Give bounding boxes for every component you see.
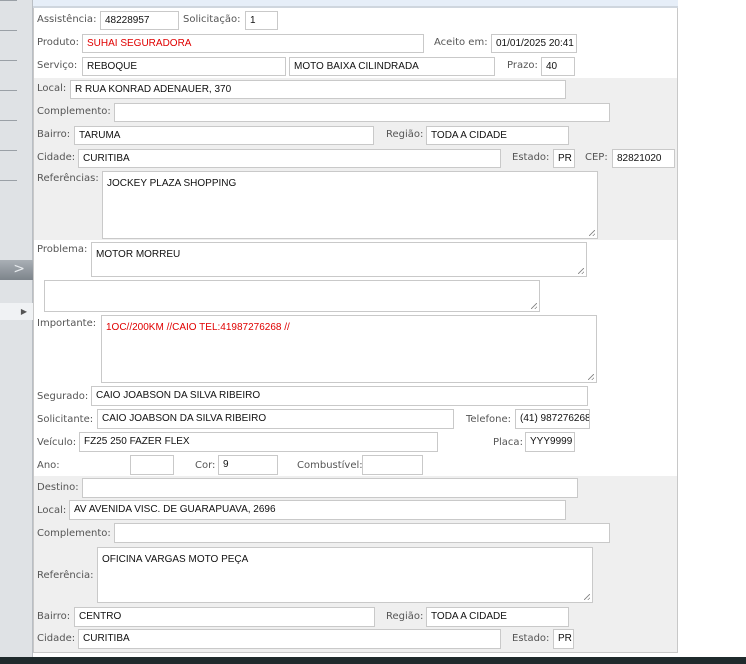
panel-header	[33, 0, 678, 8]
cor-label: Cor:	[195, 460, 216, 471]
destino-cidade-label: Cidade:	[37, 633, 76, 644]
importante-label: Importante:	[37, 318, 97, 329]
taskbar-strip	[0, 657, 746, 664]
cep-input[interactable]: 82821020	[612, 149, 675, 168]
combustivel-input[interactable]	[362, 455, 423, 475]
solicitante-input[interactable]: CAIO JOABSON DA SILVA RIBEIRO	[97, 409, 454, 429]
sidebar-divider	[0, 180, 17, 181]
destino-regiao-label: Região:	[386, 611, 424, 622]
cidade-label: Cidade:	[37, 152, 76, 163]
problema-detail-textarea[interactable]	[44, 280, 540, 312]
cep-label: CEP:	[585, 152, 608, 163]
solicitacao-label: Solicitação:	[183, 14, 241, 25]
assistencia-label: Assistência:	[37, 14, 97, 25]
sidebar-divider	[0, 30, 17, 31]
destino-local-input[interactable]: AV AVENIDA VISC. DE GUARAPUAVA, 2696	[69, 500, 566, 520]
regiao-input[interactable]: TODA A CIDADE	[426, 126, 569, 145]
destino-cidade-input[interactable]: CURITIBA	[78, 629, 501, 649]
servico-label: Serviço:	[37, 60, 78, 71]
solicitante-label: Solicitante:	[37, 414, 94, 425]
telefone-label: Telefone:	[466, 414, 511, 425]
segurado-input[interactable]: CAIO JOABSON DA SILVA RIBEIRO	[91, 386, 588, 406]
destino-bairro-label: Bairro:	[37, 611, 71, 622]
complemento-input[interactable]	[114, 103, 610, 122]
complemento-label: Complemento:	[37, 106, 111, 117]
triangle-right-icon: ▶	[20, 307, 27, 316]
chevron-right-icon: >	[13, 261, 25, 277]
sidebar-divider	[0, 0, 17, 1]
produto-label: Produto:	[37, 37, 79, 48]
sidebar	[0, 0, 33, 657]
estado-input[interactable]: PR	[553, 149, 575, 168]
solicitacao-input[interactable]: 1	[245, 11, 278, 30]
importante-textarea[interactable]: 1OC//200KM //CAIO TEL:41987276268 //	[101, 315, 597, 383]
assistencia-input[interactable]: 48228957	[100, 11, 179, 30]
estado-label: Estado:	[512, 152, 550, 163]
veiculo-label: Veículo:	[37, 437, 77, 448]
telefone-input[interactable]: (41) 98727626825	[515, 409, 590, 429]
placa-label: Placa:	[493, 437, 523, 448]
produto-input[interactable]: SUHAI SEGURADORA	[82, 34, 424, 53]
aceito-label: Aceito em:	[434, 37, 488, 48]
destino-complemento-input[interactable]	[114, 523, 610, 543]
destino-referencia-textarea[interactable]: OFICINA VARGAS MOTO PEÇA	[97, 547, 593, 603]
ano-label: Ano:	[37, 460, 60, 471]
destino-label: Destino:	[37, 482, 79, 493]
destino-input[interactable]	[82, 478, 578, 498]
destino-referencia-label: Referência:	[37, 570, 94, 581]
cor-input[interactable]: 9	[218, 455, 278, 475]
expand-sidebar-button[interactable]: >	[0, 260, 33, 280]
sidebar-divider	[0, 60, 17, 61]
row-indicator[interactable]: ▶	[0, 303, 33, 320]
regiao-label: Região:	[386, 129, 424, 140]
placa-input[interactable]: YYY9999	[525, 432, 575, 452]
referencias-textarea[interactable]: JOCKEY PLAZA SHOPPING	[102, 171, 598, 239]
referencias-label: Referências:	[37, 173, 99, 184]
sidebar-divider	[0, 150, 17, 151]
destino-estado-label: Estado:	[512, 633, 550, 644]
sidebar-divider	[0, 120, 17, 121]
servico-input[interactable]: REBOQUE	[82, 57, 286, 76]
combustivel-label: Combustível:	[297, 460, 363, 471]
problema-textarea[interactable]: MOTOR MORREU	[91, 242, 587, 277]
prazo-label: Prazo:	[507, 60, 538, 71]
segurado-label: Segurado:	[37, 391, 89, 402]
problema-label: Problema:	[37, 244, 88, 255]
local-label: Local:	[37, 83, 67, 94]
veiculo-input[interactable]: FZ25 250 FAZER FLEX	[79, 432, 438, 452]
cidade-input[interactable]: CURITIBA	[78, 149, 501, 168]
destino-local-label: Local:	[37, 505, 67, 516]
aceito-input[interactable]: 01/01/2025 20:41	[491, 34, 577, 53]
destino-regiao-input[interactable]: TODA A CIDADE	[426, 607, 569, 627]
bairro-input[interactable]: TARUMA	[74, 126, 374, 145]
prazo-input[interactable]: 40	[541, 57, 575, 76]
destino-complemento-label: Complemento:	[37, 528, 111, 539]
destino-estado-input[interactable]: PR	[553, 629, 574, 649]
servico-type-input[interactable]: MOTO BAIXA CILINDRADA	[289, 57, 495, 76]
destino-bairro-input[interactable]: CENTRO	[74, 607, 375, 627]
ano-input[interactable]	[130, 455, 174, 475]
local-input[interactable]: R RUA KONRAD ADENAUER, 370	[70, 80, 566, 99]
bairro-label: Bairro:	[37, 129, 71, 140]
sidebar-divider	[0, 90, 17, 91]
